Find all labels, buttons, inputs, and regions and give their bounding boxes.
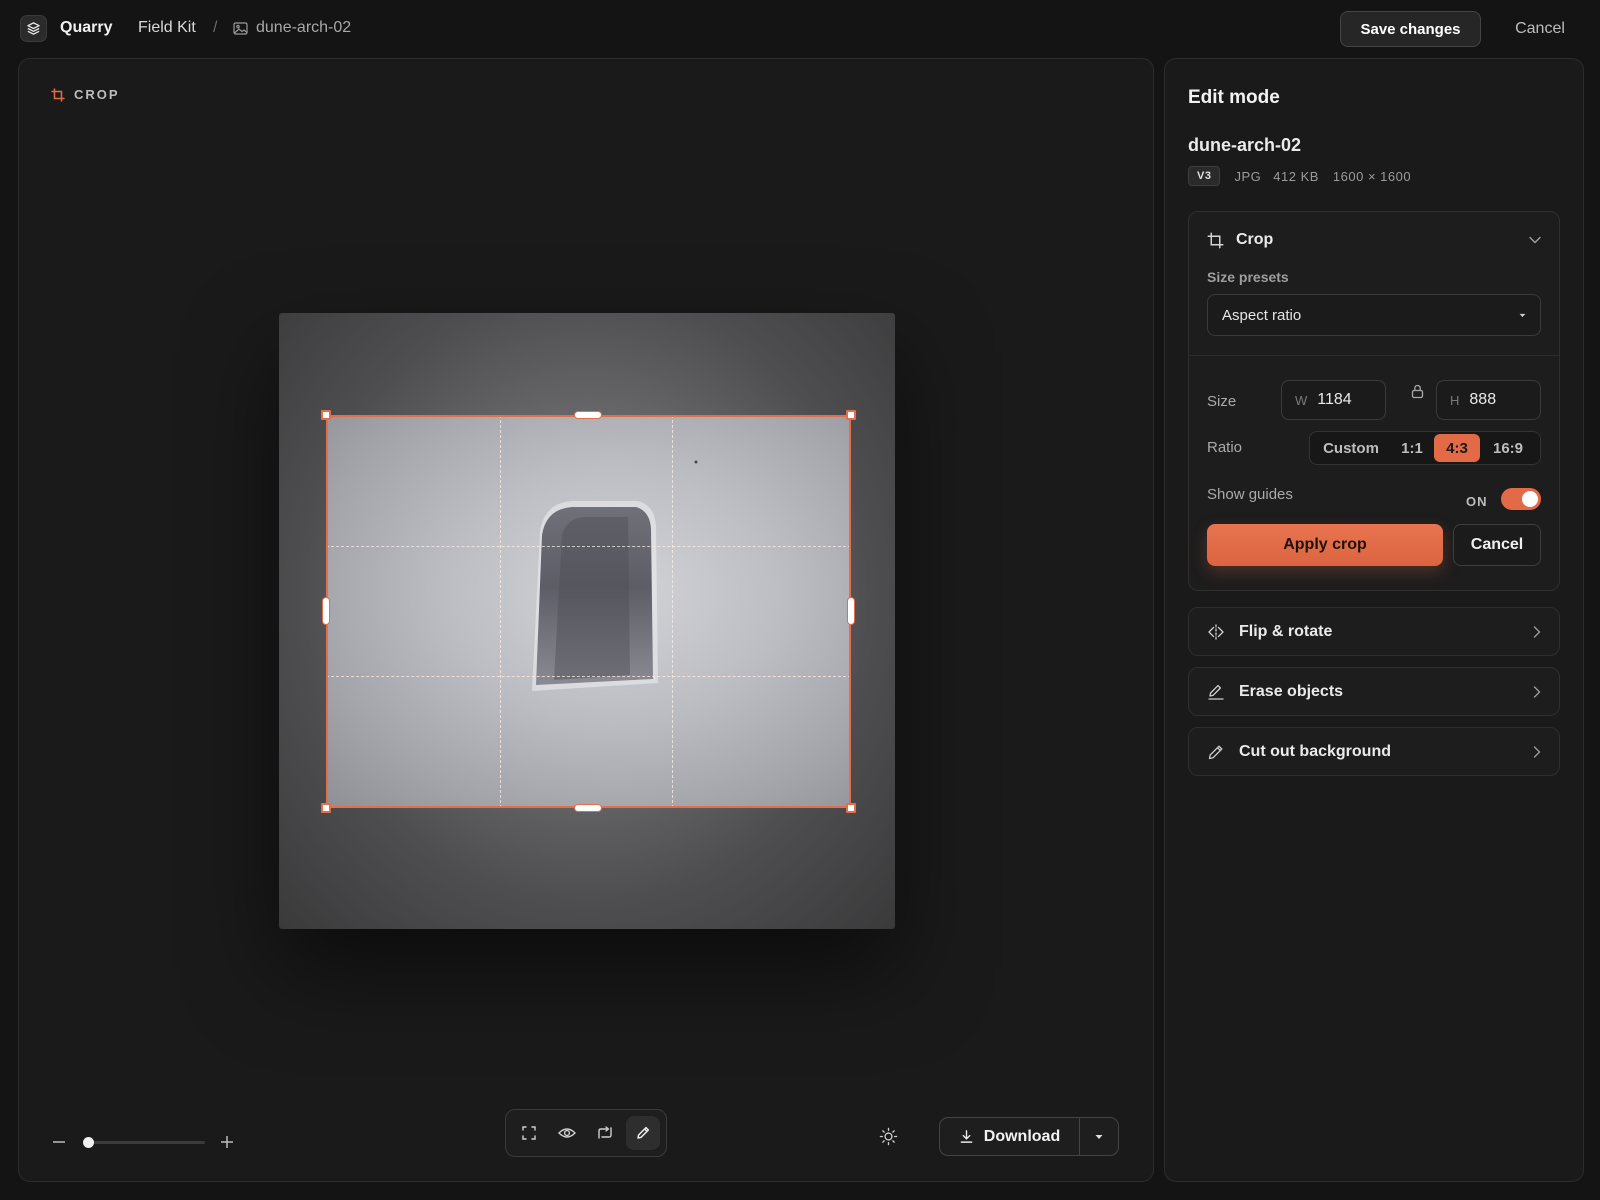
compare-button[interactable]: [588, 1116, 622, 1150]
size-preset-select[interactable]: Aspect ratio: [1207, 294, 1541, 336]
crop-handle-top-right[interactable]: [846, 410, 856, 420]
edit-panel: Edit mode dune-arch-02 V3 JPG 412 KB 160…: [1164, 58, 1584, 1182]
crop-handle-right[interactable]: [847, 597, 855, 625]
size-preset-value: Aspect ratio: [1222, 306, 1302, 324]
size-label: Size: [1207, 393, 1237, 410]
top-bar: Quarry Field Kit / dune-arch-02 Save cha…: [0, 0, 1600, 58]
tool-title: Flip & rotate: [1239, 622, 1333, 640]
eraser-icon: [1207, 683, 1225, 701]
app-logo-icon[interactable]: [20, 15, 47, 42]
toggle-knob: [1522, 491, 1538, 507]
crop-icon: [1207, 231, 1224, 249]
save-changes-button[interactable]: Save changes: [1340, 11, 1481, 47]
file-size: 412 KB: [1273, 168, 1319, 184]
caret-down-icon: [1095, 1134, 1103, 1140]
download-split-button: Download: [939, 1117, 1119, 1156]
tool-erase-objects[interactable]: Erase objects: [1188, 667, 1560, 716]
ratio-option-1-1[interactable]: 1:1: [1390, 434, 1434, 462]
ratio-label: Ratio: [1207, 439, 1243, 456]
ratio-option-16-9[interactable]: 16:9: [1480, 434, 1536, 462]
eye-icon: [558, 1126, 576, 1140]
panel-title: Edit mode: [1188, 87, 1280, 108]
download-icon: [959, 1129, 974, 1144]
cancel-crop-button[interactable]: Cancel: [1453, 524, 1541, 566]
divider: [1189, 355, 1559, 356]
ratio-option-custom[interactable]: Custom: [1312, 434, 1390, 462]
breadcrumb-project[interactable]: Field Kit: [138, 19, 196, 37]
apply-crop-button[interactable]: Apply crop: [1207, 524, 1443, 566]
show-guides-label: Show guides: [1207, 486, 1293, 503]
image-icon: [233, 22, 248, 35]
crop-border: [326, 415, 851, 808]
size-presets-label: Size presets: [1207, 269, 1289, 285]
preview-button[interactable]: [550, 1116, 584, 1150]
fit-screen-icon: [521, 1125, 537, 1141]
edit-button[interactable]: [626, 1116, 660, 1150]
chevron-down-icon: [1529, 236, 1541, 244]
mode-label: CROP: [51, 87, 120, 102]
show-guides-toggle[interactable]: [1501, 488, 1541, 510]
compare-icon: [596, 1125, 614, 1141]
lock-aspect-icon[interactable]: [1411, 384, 1424, 399]
chevron-right-icon: [1533, 685, 1541, 698]
crop-handle-left[interactable]: [322, 597, 330, 625]
crop-region[interactable]: [321, 410, 856, 813]
file-name: dune-arch-02: [1188, 135, 1302, 155]
brightness-icon[interactable]: [879, 1127, 898, 1146]
zoom-out-icon[interactable]: [52, 1135, 66, 1149]
canvas-panel: CROP Download: [18, 58, 1154, 1182]
crop-handle-top[interactable]: [574, 411, 602, 419]
tool-cut-out-background[interactable]: Cut out background: [1188, 727, 1560, 776]
download-options-button[interactable]: [1080, 1118, 1118, 1155]
crop-handle-top-left[interactable]: [321, 410, 331, 420]
tool-flip-rotate[interactable]: Flip & rotate: [1188, 607, 1560, 656]
height-value: 888: [1469, 391, 1497, 408]
pencil-icon: [1207, 743, 1225, 761]
width-field[interactable]: W 1184: [1281, 380, 1386, 420]
zoom-slider[interactable]: [83, 1137, 205, 1148]
ratio-option-4-3[interactable]: 4:3: [1434, 434, 1480, 462]
breadcrumb-separator: /: [213, 19, 218, 36]
mode-label-text: CROP: [74, 87, 120, 102]
file-format: JPG: [1234, 168, 1262, 184]
download-label: Download: [983, 1127, 1061, 1145]
file-meta: V3 JPG 412 KB 1600 × 1600: [1188, 166, 1411, 186]
crop-section-title: Crop: [1236, 231, 1274, 248]
ratio-segmented-control: Custom 1:1 4:3 16:9: [1309, 431, 1541, 465]
crop-section: Crop Size presets Aspect ratio Size W 11…: [1188, 211, 1560, 591]
fit-screen-button[interactable]: [512, 1116, 546, 1150]
download-button[interactable]: Download: [940, 1118, 1080, 1155]
pen-icon: [635, 1125, 651, 1141]
caret-down-icon: [1519, 313, 1526, 318]
width-value: 1184: [1317, 391, 1352, 408]
zoom-slider-handle[interactable]: [83, 1137, 94, 1148]
view-toolbar: [505, 1109, 667, 1157]
version-badge[interactable]: V3: [1188, 166, 1221, 186]
flip-icon: [1207, 623, 1225, 640]
crop-handle-bottom[interactable]: [574, 804, 602, 812]
zoom-in-icon[interactable]: [220, 1135, 234, 1149]
tool-title: Cut out background: [1239, 742, 1391, 760]
cancel-button[interactable]: Cancel: [1495, 11, 1585, 47]
chevron-right-icon: [1533, 625, 1541, 638]
crop-icon: [51, 87, 65, 102]
tool-title: Erase objects: [1239, 682, 1344, 700]
app-name[interactable]: Quarry: [60, 19, 112, 37]
crop-handle-bottom-left[interactable]: [321, 803, 331, 813]
width-prefix: W: [1295, 392, 1308, 408]
height-field[interactable]: H 888: [1436, 380, 1541, 420]
chevron-right-icon: [1533, 745, 1541, 758]
crop-section-header[interactable]: Crop: [1207, 226, 1541, 254]
breadcrumb-file[interactable]: dune-arch-02: [256, 19, 351, 37]
height-prefix: H: [1450, 392, 1460, 408]
crop-handle-bottom-right[interactable]: [846, 803, 856, 813]
guides-state-label: ON: [1466, 494, 1488, 509]
file-dimensions: 1600 × 1600: [1332, 168, 1412, 184]
